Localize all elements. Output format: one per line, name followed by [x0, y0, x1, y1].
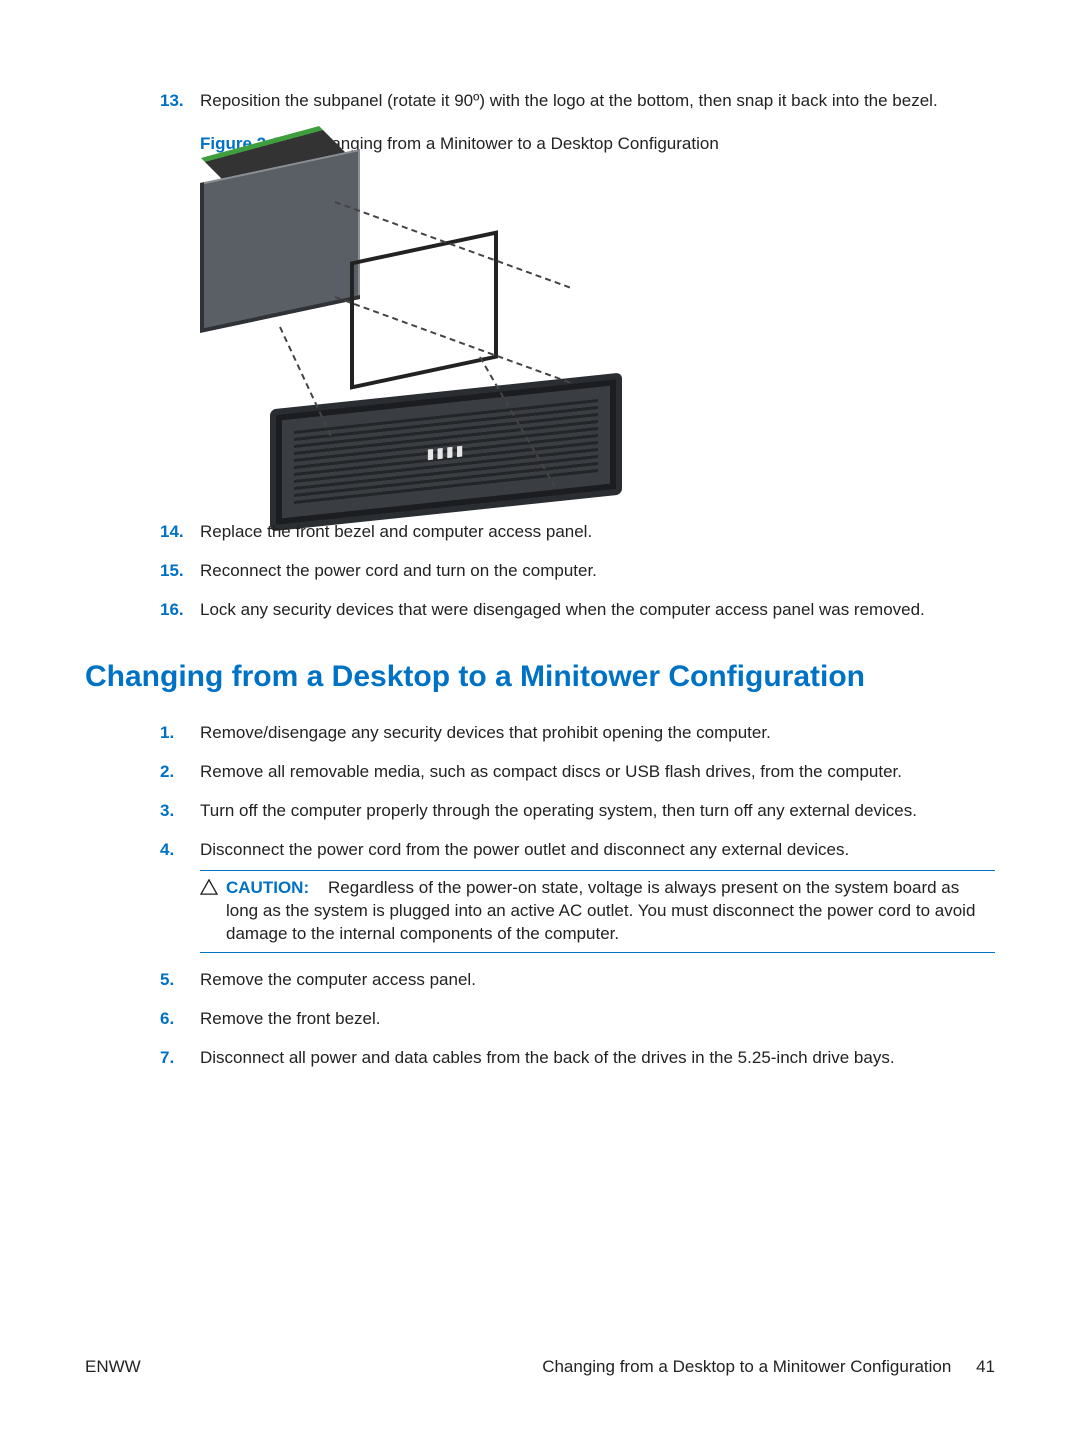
step-number: 13. [160, 90, 184, 113]
step-text: Lock any security devices that were dise… [200, 600, 925, 619]
caution-icon [200, 879, 218, 895]
list-item: 14. Replace the front bezel and computer… [160, 521, 995, 544]
list-item: 16. Lock any security devices that were … [160, 599, 995, 622]
figure-image: ▮▮▮▮ [200, 166, 615, 501]
list-item: 4. Disconnect the power cord from the po… [160, 839, 995, 953]
step-number: 7. [160, 1047, 174, 1070]
step-number: 14. [160, 521, 184, 544]
list-item: 13. Reposition the subpanel (rotate it 9… [160, 90, 995, 501]
footer-right: Changing from a Desktop to a Minitower C… [542, 1357, 995, 1377]
list-item: 7. Disconnect all power and data cables … [160, 1047, 995, 1070]
list-item: 15. Reconnect the power cord and turn on… [160, 560, 995, 583]
footer-title: Changing from a Desktop to a Minitower C… [542, 1357, 951, 1376]
step-number: 4. [160, 839, 174, 862]
step-number: 1. [160, 722, 174, 745]
list-item: 5. Remove the computer access panel. [160, 969, 995, 992]
step-number: 15. [160, 560, 184, 583]
step-text: Disconnect the power cord from the power… [200, 840, 849, 859]
step-text: Remove/disengage any security devices th… [200, 723, 771, 742]
document-page: 13. Reposition the subpanel (rotate it 9… [0, 0, 1080, 1437]
new-steps-list: 1. Remove/disengage any security devices… [85, 722, 995, 1069]
list-item: 2. Remove all removable media, such as c… [160, 761, 995, 784]
step-number: 16. [160, 599, 184, 622]
page-footer: ENWW Changing from a Desktop to a Minito… [85, 1357, 995, 1377]
figure-caption-text: Changing from a Minitower to a Desktop C… [310, 134, 719, 153]
list-item: 1. Remove/disengage any security devices… [160, 722, 995, 745]
caution-box: CAUTION: Regardless of the power-on stat… [200, 870, 995, 953]
page-number: 41 [976, 1357, 995, 1377]
step-text: Reposition the subpanel (rotate it 90º) … [200, 91, 938, 110]
step-number: 6. [160, 1008, 174, 1031]
caution-label: CAUTION: [226, 878, 309, 897]
caution-text: Regardless of the power-on state, voltag… [226, 878, 975, 943]
step-text: Disconnect all power and data cables fro… [200, 1048, 895, 1067]
list-item: 6. Remove the front bezel. [160, 1008, 995, 1031]
step-text: Remove the front bezel. [200, 1009, 380, 1028]
page-body: 13. Reposition the subpanel (rotate it 9… [85, 90, 995, 1070]
step-text: Remove the computer access panel. [200, 970, 476, 989]
continued-steps-list: 13. Reposition the subpanel (rotate it 9… [85, 90, 995, 622]
step-text: Replace the front bezel and computer acc… [200, 522, 592, 541]
step-text: Turn off the computer properly through t… [200, 801, 917, 820]
footer-left: ENWW [85, 1357, 141, 1377]
step-number: 5. [160, 969, 174, 992]
list-item: 3. Turn off the computer properly throug… [160, 800, 995, 823]
step-number: 2. [160, 761, 174, 784]
step-text: Remove all removable media, such as comp… [200, 762, 902, 781]
step-number: 3. [160, 800, 174, 823]
step-text: Reconnect the power cord and turn on the… [200, 561, 597, 580]
section-heading: Changing from a Desktop to a Minitower C… [85, 657, 995, 698]
